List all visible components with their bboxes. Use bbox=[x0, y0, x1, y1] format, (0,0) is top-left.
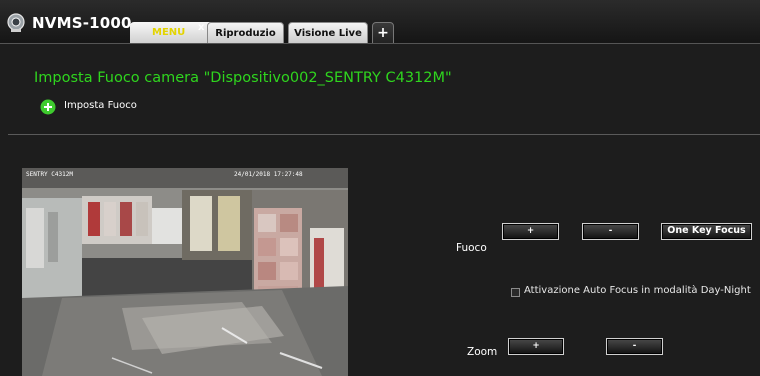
add-tab-button[interactable]: + bbox=[372, 22, 394, 44]
camera-video-preview: SENTRY C4312M 24/01/2018 17:27:48 bbox=[22, 168, 348, 376]
zoom-plus-button[interactable]: + bbox=[508, 338, 564, 355]
zoom-label: Zoom bbox=[467, 346, 498, 358]
tab-strip-divider bbox=[0, 43, 760, 44]
focus-plus-button[interactable]: + bbox=[502, 223, 559, 240]
camera-logo-icon bbox=[7, 13, 25, 32]
subitem-label: Imposta Fuoco bbox=[64, 100, 137, 111]
focus-minus-button[interactable]: - bbox=[582, 223, 639, 240]
video-osd-camera-name: SENTRY C4312M bbox=[26, 171, 73, 178]
plus-circle-icon bbox=[40, 99, 56, 115]
tab-riproduzione[interactable]: Riproduzio bbox=[207, 22, 284, 44]
one-key-focus-button[interactable]: One Key Focus bbox=[661, 223, 752, 240]
autofocus-day-night-label: Attivazione Auto Focus in modalità Day-N… bbox=[524, 285, 751, 296]
title-bar: NVMS-1000 MENU x Riproduzio Visione Live… bbox=[0, 0, 760, 44]
section-divider bbox=[8, 134, 760, 135]
video-osd-datetime: 24/01/2018 17:27:48 bbox=[234, 171, 303, 178]
zoom-minus-button[interactable]: - bbox=[606, 338, 663, 355]
app-title: NVMS-1000 bbox=[32, 14, 132, 32]
autofocus-day-night-checkbox[interactable] bbox=[511, 288, 520, 297]
focus-label: Fuoco bbox=[456, 242, 487, 254]
page-title: Imposta Fuoco camera "Dispositivo002_SEN… bbox=[34, 70, 452, 86]
tab-visione-live[interactable]: Visione Live bbox=[288, 22, 368, 44]
camera-frame-image bbox=[22, 168, 348, 376]
tab-menu-label: MENU bbox=[152, 27, 186, 38]
